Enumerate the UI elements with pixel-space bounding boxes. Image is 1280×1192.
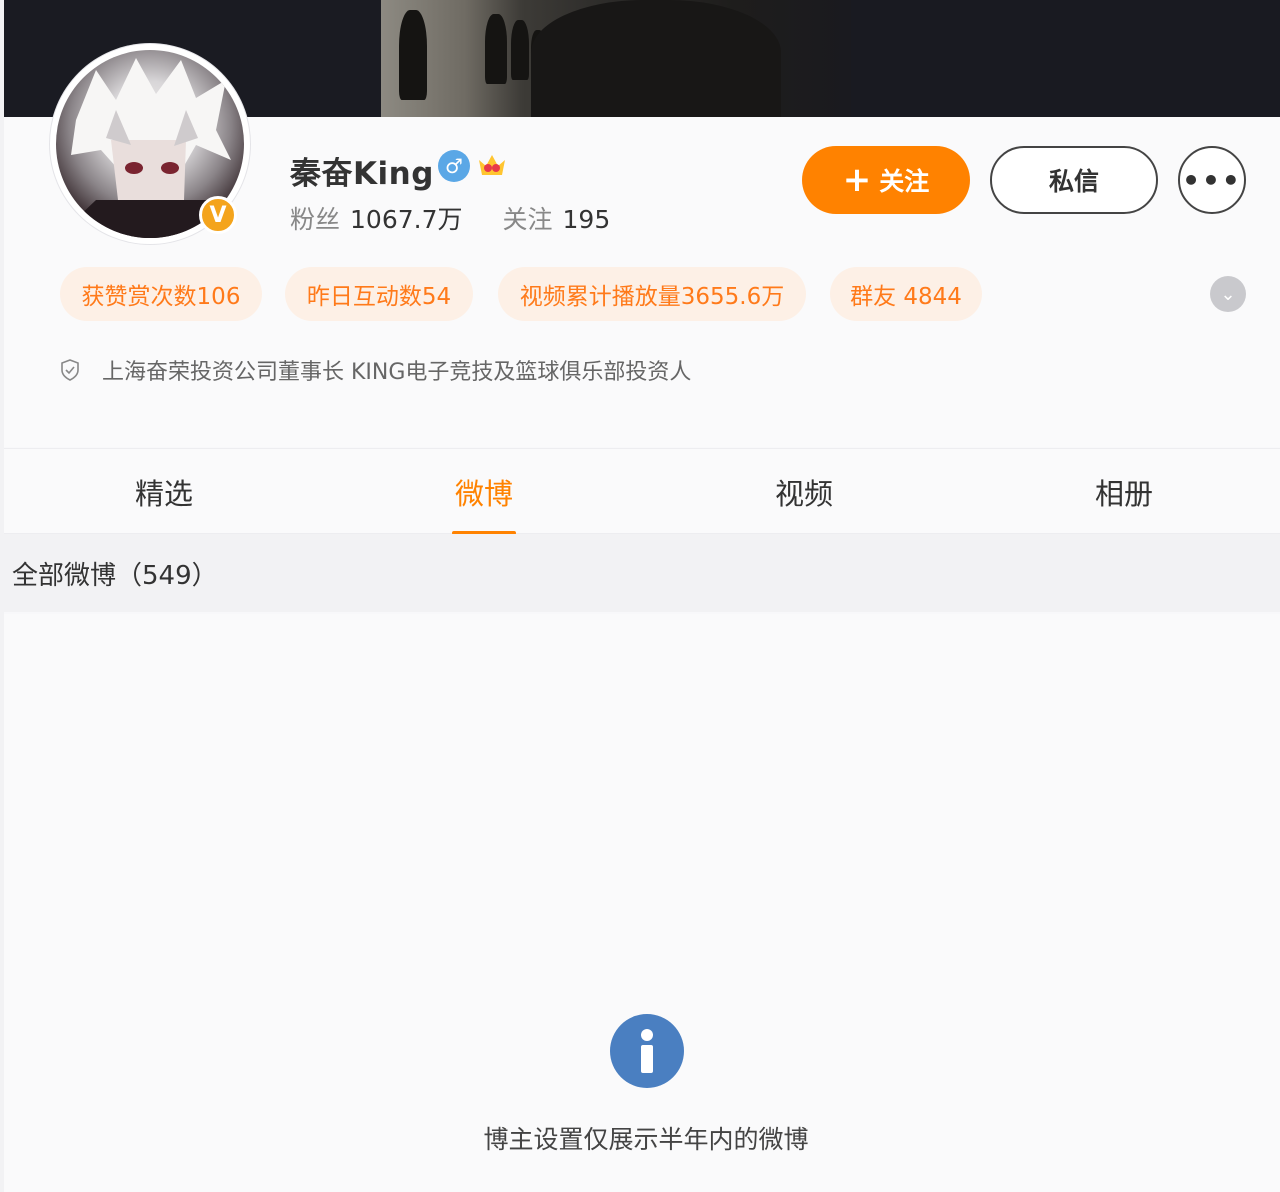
tab-label: 视频: [774, 477, 833, 511]
profile-bio: 上海奋荣投资公司董事长 KING电子竞技及篮球俱乐部投资人: [60, 354, 691, 386]
tab-label: 微博: [454, 477, 513, 511]
tab-weibo[interactable]: 微博: [324, 449, 644, 535]
following-count[interactable]: 195: [563, 205, 611, 234]
cover-photo: [381, 0, 851, 117]
more-options-button[interactable]: •••: [1178, 146, 1246, 214]
info-icon: [610, 1014, 684, 1088]
bio-text: 上海奋荣投资公司董事长 KING电子竞技及篮球俱乐部投资人: [102, 360, 692, 385]
followers-label: 粉丝: [290, 205, 341, 234]
stat-pill-likes[interactable]: 获赞赏次数106: [60, 267, 262, 321]
profile-tabs: 精选 微博 视频 相册: [4, 448, 1280, 535]
profile-name: 秦奋King: [290, 156, 434, 192]
shield-icon: [61, 359, 79, 381]
following-label: 关注: [502, 205, 553, 234]
stat-pill-group-members[interactable]: 群友 4844: [830, 267, 982, 321]
weibo-count-bar: 全部微博（549）: [4, 534, 1280, 612]
tab-featured[interactable]: 精选: [4, 449, 324, 535]
empty-state-notice: 博主设置仅展示半年内的微博: [483, 1125, 809, 1154]
plus-icon: +: [842, 160, 872, 200]
feed-area: [4, 614, 1280, 1192]
chevron-down-icon[interactable]: ⌄: [1210, 276, 1246, 312]
tab-videos[interactable]: 视频: [644, 449, 964, 535]
info-glyph: [641, 1029, 653, 1073]
male-gender-icon: ♂: [438, 150, 470, 182]
tab-label: 相册: [1094, 477, 1153, 511]
stat-pill-interactions[interactable]: 昨日互动数54: [285, 267, 473, 321]
profile-stats: 粉丝 1067.7万 关注 195: [290, 200, 650, 236]
followers-count[interactable]: 1067.7万: [350, 205, 462, 234]
stat-pill-video-plays[interactable]: 视频累计播放量3655.6万: [498, 267, 806, 321]
verified-badge-icon: V: [199, 196, 237, 234]
tab-label: 精选: [134, 477, 193, 511]
weibo-count[interactable]: 全部微博（549）: [12, 555, 218, 592]
message-button[interactable]: 私信: [990, 146, 1158, 214]
cover-dark-area: [851, 0, 1280, 117]
tab-albums[interactable]: 相册: [964, 449, 1280, 535]
vip-crown-icon: [479, 155, 505, 175]
follow-button[interactable]: + 关注: [802, 146, 970, 214]
follow-button-label: 关注: [879, 167, 930, 196]
